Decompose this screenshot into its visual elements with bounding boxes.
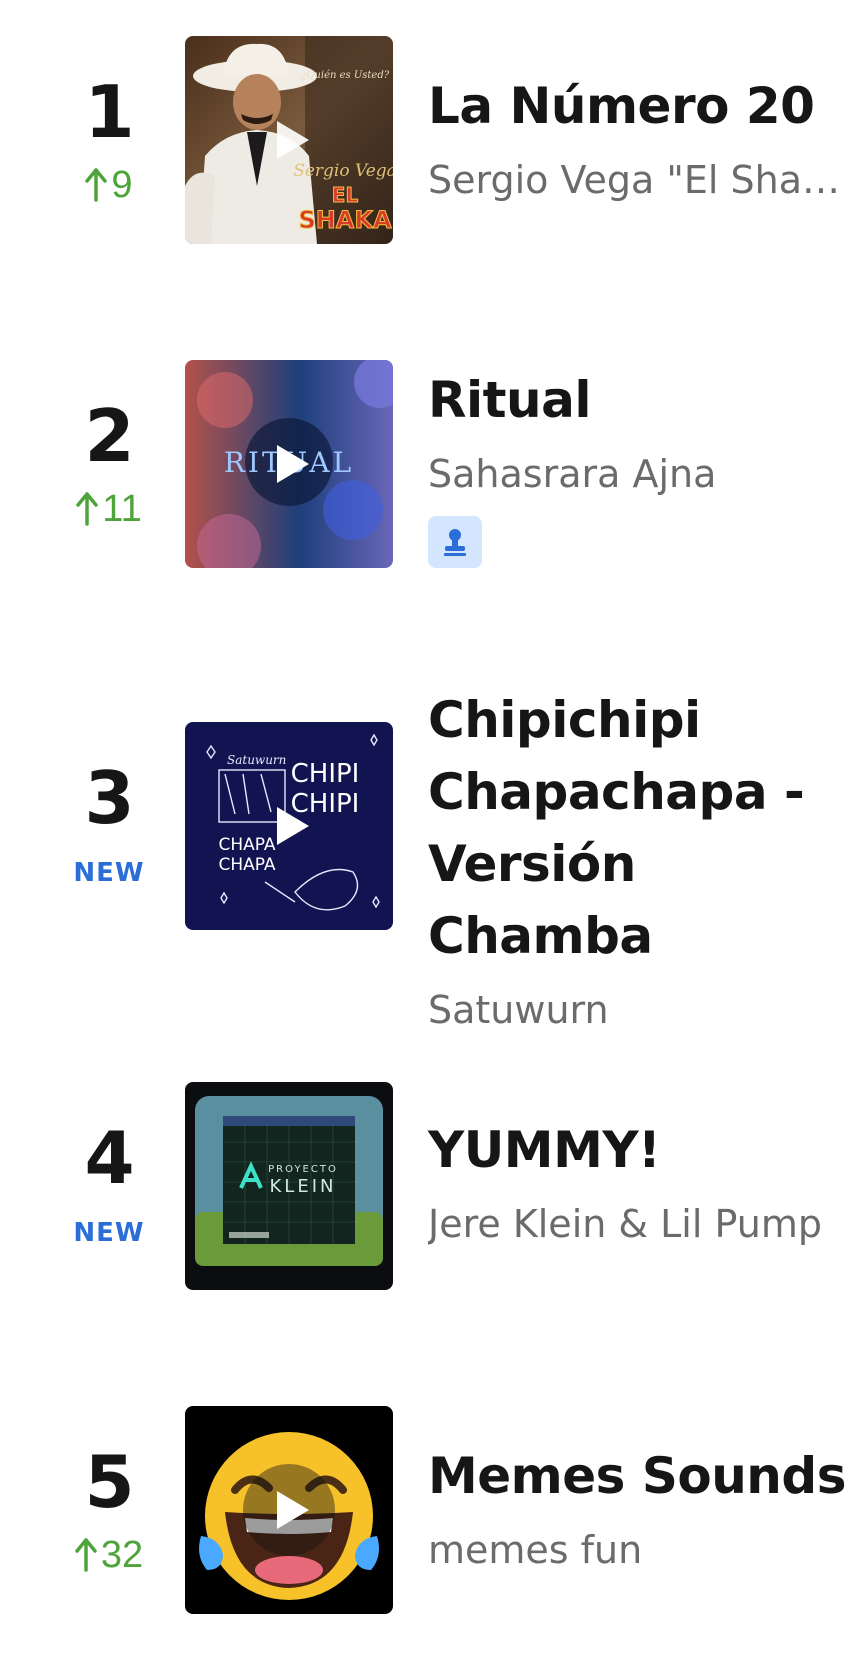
album-cover[interactable]: RITUAL [185, 360, 393, 568]
rank-new-badge: NEW [73, 858, 145, 888]
track-meta: Ritual Sahasrara Ajna [428, 364, 848, 568]
track-meta: Chipichipi Chapachapa - Versión Chamba S… [428, 684, 848, 1034]
rank-change-value: 11 [102, 488, 142, 530]
track-meta: Memes Sounds memes fun [428, 1440, 848, 1574]
svg-text:EL: EL [332, 183, 359, 207]
rank-column: 3 NEW [54, 762, 164, 886]
rank-number: 1 [84, 70, 134, 154]
svg-text:PROYECTO: PROYECTO [268, 1164, 338, 1175]
rank-change-up: 9 [85, 164, 133, 206]
rank-number: 2 [84, 394, 134, 478]
rank-column: 1 9 [54, 76, 164, 207]
svg-text:¿Quién es Usted?: ¿Quién es Usted? [301, 70, 390, 81]
rank-column: 4 NEW [54, 1122, 164, 1246]
svg-text:Satuwurn: Satuwurn [227, 753, 286, 767]
rank-new-badge: NEW [73, 1218, 145, 1248]
track-artist[interactable]: Sergio Vega "El Shaka" [428, 156, 844, 204]
play-icon [277, 121, 309, 159]
track-title[interactable]: Ritual [428, 364, 848, 436]
arrow-up-icon [76, 492, 99, 526]
play-icon [277, 1491, 309, 1529]
album-cover-proyecto-klein: PROYECTO KLEIN [185, 1082, 393, 1290]
arrow-up-icon [75, 1538, 97, 1572]
play-button[interactable] [243, 418, 335, 510]
rank-number: 5 [84, 1440, 134, 1524]
album-cover[interactable]: Satuwurn CHIPI CHIPI CHAPA CHAPA [185, 722, 393, 930]
svg-text:KLEIN: KLEIN [270, 1176, 337, 1197]
album-cover[interactable]: PROYECTO KLEIN [185, 1082, 393, 1290]
track-artist[interactable]: memes fun [428, 1526, 844, 1574]
arrow-up-icon [85, 168, 108, 202]
rank-change-up: 32 [75, 1536, 143, 1574]
stamp-icon [428, 516, 482, 568]
album-cover[interactable]: ¿Quién es Usted? Sergio Vega EL SHAKA [185, 36, 393, 244]
track-artist[interactable]: Jere Klein & Lil Pump [428, 1200, 844, 1248]
track-meta: La Número 20 Sergio Vega "El Shaka" [428, 70, 848, 204]
play-icon [277, 445, 309, 483]
track-meta: YUMMY! Jere Klein & Lil Pump [428, 1114, 848, 1248]
album-cover[interactable] [185, 1406, 393, 1614]
rank-column: 5 32 [54, 1446, 164, 1577]
rank-column: 2 11 [54, 400, 164, 531]
rank-change-value: 9 [111, 164, 133, 206]
play-button[interactable] [243, 1464, 335, 1556]
play-button[interactable] [243, 94, 335, 186]
play-button[interactable] [243, 780, 335, 872]
play-icon [277, 807, 309, 845]
rank-change-up: 11 [76, 488, 142, 530]
rank-number: 3 [84, 756, 134, 840]
track-title[interactable]: Memes Sounds [428, 1440, 848, 1512]
rank-number: 4 [84, 1116, 134, 1200]
track-title[interactable]: Chipichipi Chapachapa - Versión Chamba [428, 684, 848, 972]
track-artist[interactable]: Sahasrara Ajna [428, 450, 844, 498]
track-title[interactable]: La Número 20 [428, 70, 848, 142]
svg-text:SHAKA: SHAKA [298, 206, 392, 234]
rank-change-value: 32 [100, 1534, 144, 1576]
track-title[interactable]: YUMMY! [428, 1114, 848, 1186]
track-artist[interactable]: Satuwurn [428, 986, 844, 1034]
